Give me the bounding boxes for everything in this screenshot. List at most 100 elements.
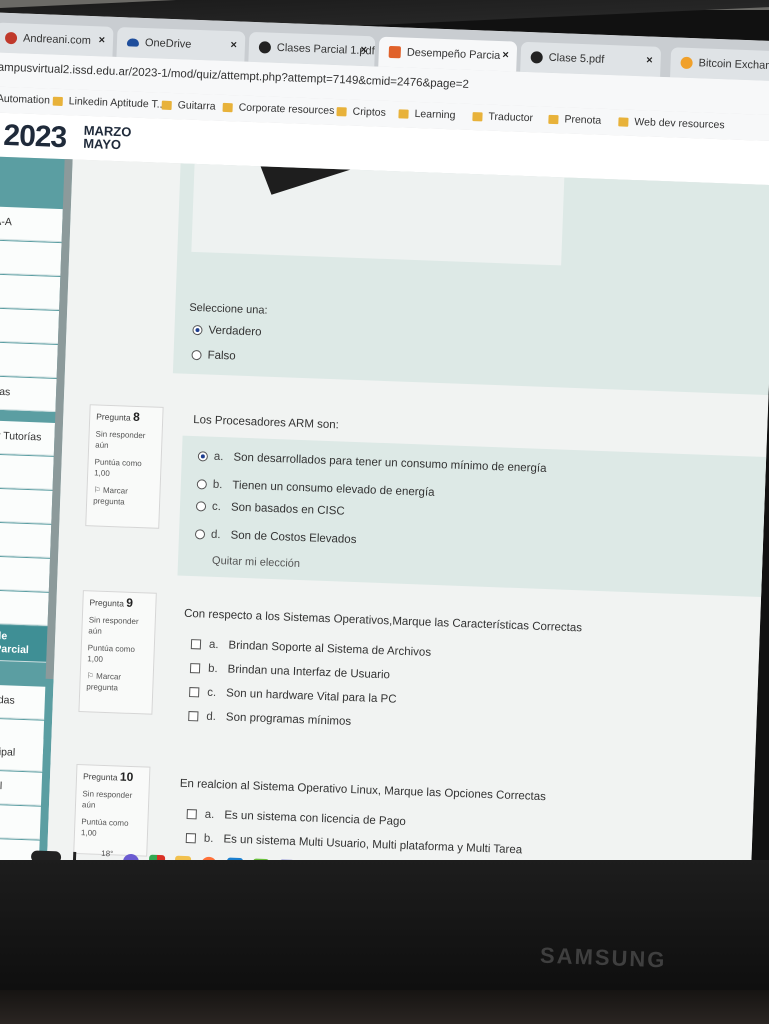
monitor-brand-logo: SAMSUNG (539, 942, 667, 973)
header-months: MARZO MAYO (83, 123, 132, 152)
sidebar-item-parcial-active[interactable]: ño de n - Parcial (0, 623, 48, 663)
flag-question-link[interactable]: ⚐ Marcar pregunta (86, 670, 147, 694)
bookmark-learning[interactable]: Learning (398, 107, 456, 121)
question-number: Pregunta 8 (96, 409, 141, 425)
question-number: Pregunta 10 (82, 769, 134, 785)
bookmark-prenota[interactable]: Prenota (548, 113, 601, 127)
sidebar-item[interactable]: n y Tutorías (0, 419, 55, 456)
checkbox[interactable] (186, 809, 197, 820)
sidebar-item[interactable] (0, 239, 62, 277)
site-icon (530, 51, 543, 64)
sidebar-item[interactable] (0, 341, 58, 378)
sidebar-item[interactable] (0, 307, 60, 345)
question-10-text: En realcion al Sistema Operativo Linux, … (179, 777, 547, 804)
tab-clases-parcial[interactable]: Clases Parcial 1.pdf × (248, 31, 376, 67)
question-score: Puntúa como 1,00 (94, 457, 142, 478)
bookmark-guitarra[interactable]: Guitarra (161, 99, 216, 113)
monitor-screen: Andreani.com × OneDrive × Clases Parcial… (0, 12, 769, 921)
question-number: Pregunta 9 (89, 595, 134, 610)
checkbox[interactable] (190, 639, 202, 650)
tab-bitcoin-exchange[interactable]: Bitcoin Exchange (670, 47, 769, 82)
q9-option-a[interactable]: a. Brindan Soporte al Sistema de Archivos (190, 638, 431, 659)
bookmark-traductor[interactable]: Traductor (472, 110, 533, 124)
moodle-icon (388, 45, 402, 59)
sidebar-item[interactable] (0, 453, 54, 490)
question-status: Sin responder aún (81, 789, 133, 810)
radio-selected[interactable] (197, 451, 209, 462)
radio[interactable] (195, 501, 207, 512)
option-falso[interactable]: Falso (191, 349, 236, 363)
question-9-info: Pregunta 9 Sin responder aún Puntúa como… (78, 590, 157, 715)
desk-surface (0, 990, 769, 1024)
sidebar-item[interactable]: ario (0, 803, 41, 840)
q9-option-c[interactable]: c. Son un hardware Vital para la PC (189, 686, 397, 706)
question-status: Sin responder aún (88, 615, 139, 636)
sidebar-item[interactable] (0, 589, 49, 626)
clear-choice-link[interactable]: Quitar mi elección (212, 555, 300, 570)
radio[interactable] (191, 349, 202, 361)
checkbox[interactable] (185, 833, 197, 844)
question-8-answers: a. Son desarrollados para tener un consum… (177, 435, 767, 597)
sidebar-item[interactable] (0, 487, 53, 524)
header-year: 2023 (2, 118, 67, 155)
bookmark-corporate[interactable]: Corporate resources (222, 101, 335, 117)
question-image (191, 163, 565, 266)
tab-andreani[interactable]: Andreani.com × (0, 22, 114, 57)
q9-option-b[interactable]: b. Brindan una Interfaz de Usuario (189, 662, 390, 681)
tab-label: Andreani.com (22, 32, 92, 48)
folder-icon (472, 111, 483, 121)
sidebar-item[interactable]: ultas (0, 375, 57, 412)
sidebar-item[interactable] (0, 555, 51, 592)
q8-option-b[interactable]: b. Tienen un consumo elevado de energía (196, 478, 435, 499)
q8-option-a[interactable]: a. Son desarrollados para tener un consum… (197, 450, 547, 475)
tab-onedrive[interactable]: OneDrive × (116, 26, 246, 62)
bookmark-web-dev[interactable]: Web dev resources (618, 115, 725, 131)
tab-label: Clase 5.pdf (548, 51, 605, 66)
q10-option-a[interactable]: a. Es un sistema con licencia de Pago (186, 808, 406, 828)
close-icon[interactable]: × (230, 39, 237, 51)
close-icon[interactable]: × (646, 54, 653, 66)
q9-option-d[interactable]: d. Son programas mínimos (188, 710, 351, 728)
tab-label: Bitcoin Exchange (698, 57, 769, 73)
question-score: Puntúa como 1,00 (87, 643, 136, 664)
question-8-text: Los Procesadores ARM son: (192, 414, 340, 432)
bookmark-automation[interactable]: Automation (0, 93, 50, 107)
folder-icon (161, 100, 172, 110)
bookmark-linkedin[interactable]: Linkedin Aptitude T... (52, 95, 166, 111)
checkbox[interactable] (188, 711, 199, 722)
sidebar-item[interactable]: A-A (0, 205, 63, 243)
close-icon[interactable]: × (502, 49, 509, 61)
folder-icon (618, 116, 629, 127)
question-9-text: Con respecto a los Sistemas Operativos,M… (183, 607, 583, 635)
question-status: Sin responder aún (95, 429, 146, 450)
sidebar-item[interactable]: rsonal (0, 769, 43, 806)
radio[interactable] (194, 529, 206, 540)
checkbox[interactable] (189, 687, 200, 698)
flag-icon: ⚐ (86, 671, 95, 681)
sidebar-item[interactable]: rabadas (0, 683, 46, 720)
close-icon[interactable]: × (98, 34, 105, 46)
folder-icon (222, 102, 233, 112)
flag-icon: ⚐ (93, 485, 101, 495)
tab-label: Desempeño Parcia (406, 46, 501, 63)
radio-selected[interactable] (192, 324, 203, 336)
option-verdadero[interactable]: Verdadero (192, 324, 262, 338)
site-icon (258, 41, 272, 54)
flag-question-link[interactable]: ⚐ Marcar pregunta (93, 484, 154, 508)
folder-icon (548, 114, 559, 124)
sidebar-item[interactable] (0, 521, 52, 558)
question-score: Puntúa como 1,00 (80, 817, 129, 838)
q8-option-c[interactable]: c. Son basados en CISC (195, 500, 345, 518)
site-icon (4, 31, 18, 45)
radio[interactable] (196, 479, 208, 490)
checkbox[interactable] (189, 663, 201, 674)
sidebar-item[interactable] (0, 273, 61, 311)
question-8-info: Pregunta 8 Sin responder aún Puntúa como… (85, 404, 164, 529)
q8-option-d[interactable]: d. Son de Costos Elevados (194, 528, 357, 546)
bookmark-criptos[interactable]: Criptos (336, 105, 386, 119)
folder-icon (336, 106, 347, 116)
close-icon[interactable]: × (360, 44, 367, 56)
exchange-icon (680, 56, 693, 70)
sidebar-item[interactable]: Principal (0, 735, 44, 772)
question-7-panel: Seleccione una: Verdadero Falso (172, 163, 769, 396)
